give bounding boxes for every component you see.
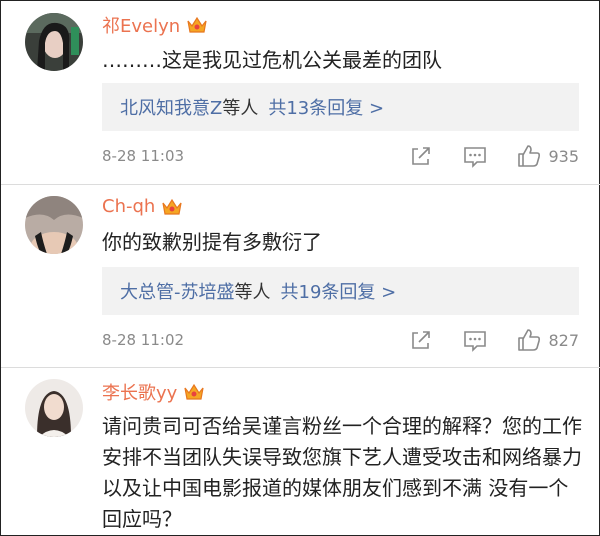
crown-badge-icon <box>162 198 182 215</box>
comment-text: 你的致歉别提有多敷衍了 <box>102 230 322 254</box>
reply-count-link[interactable]: 共19条回复 > <box>281 278 397 304</box>
divider <box>1 184 600 185</box>
username[interactable]: Ch-qh <box>102 196 155 217</box>
share-icon[interactable] <box>408 327 434 353</box>
reply-summary[interactable]: 大总管-苏培盛 等人 共19条回复 > <box>102 267 579 315</box>
comment-icon[interactable] <box>462 327 488 353</box>
comment-text: 请问贵司可否给吴谨言粉丝一个合理的解释？您的工作安排不当团队失误导致您旗下艺人遭… <box>102 414 582 531</box>
reply-names[interactable]: 大总管-苏培盛 <box>120 278 235 304</box>
comment-time: 8-28 11:03 <box>102 147 185 165</box>
comment-feed: 祁Evelyn ………这是我见过危机公关最差的团队 北风知我意Z 等人 共13条… <box>0 0 600 536</box>
avatar[interactable] <box>25 13 83 71</box>
share-icon[interactable] <box>408 143 434 169</box>
crown-badge-icon <box>184 383 204 400</box>
avatar[interactable] <box>25 379 83 437</box>
comment-time: 8-28 11:02 <box>102 331 185 349</box>
like-count: 935 <box>548 146 579 166</box>
reply-names[interactable]: 北风知我意Z <box>120 94 222 120</box>
like-icon[interactable] <box>516 327 542 353</box>
avatar[interactable] <box>25 196 83 254</box>
crown-badge-icon <box>187 16 207 33</box>
comment-text: ………这是我见过危机公关最差的团队 <box>102 48 442 72</box>
reply-summary[interactable]: 北风知我意Z 等人 共13条回复 > <box>102 83 579 131</box>
reply-count-link[interactable]: 共13条回复 > <box>268 94 384 120</box>
like-count: 827 <box>548 330 579 350</box>
username[interactable]: 祁Evelyn <box>102 12 180 38</box>
reply-suffix: 等人 <box>234 282 271 303</box>
comment-icon[interactable] <box>462 143 488 169</box>
reply-suffix: 等人 <box>222 98 259 119</box>
like-icon[interactable] <box>516 143 542 169</box>
username[interactable]: 李长歌yy <box>102 379 177 405</box>
divider <box>1 367 600 368</box>
